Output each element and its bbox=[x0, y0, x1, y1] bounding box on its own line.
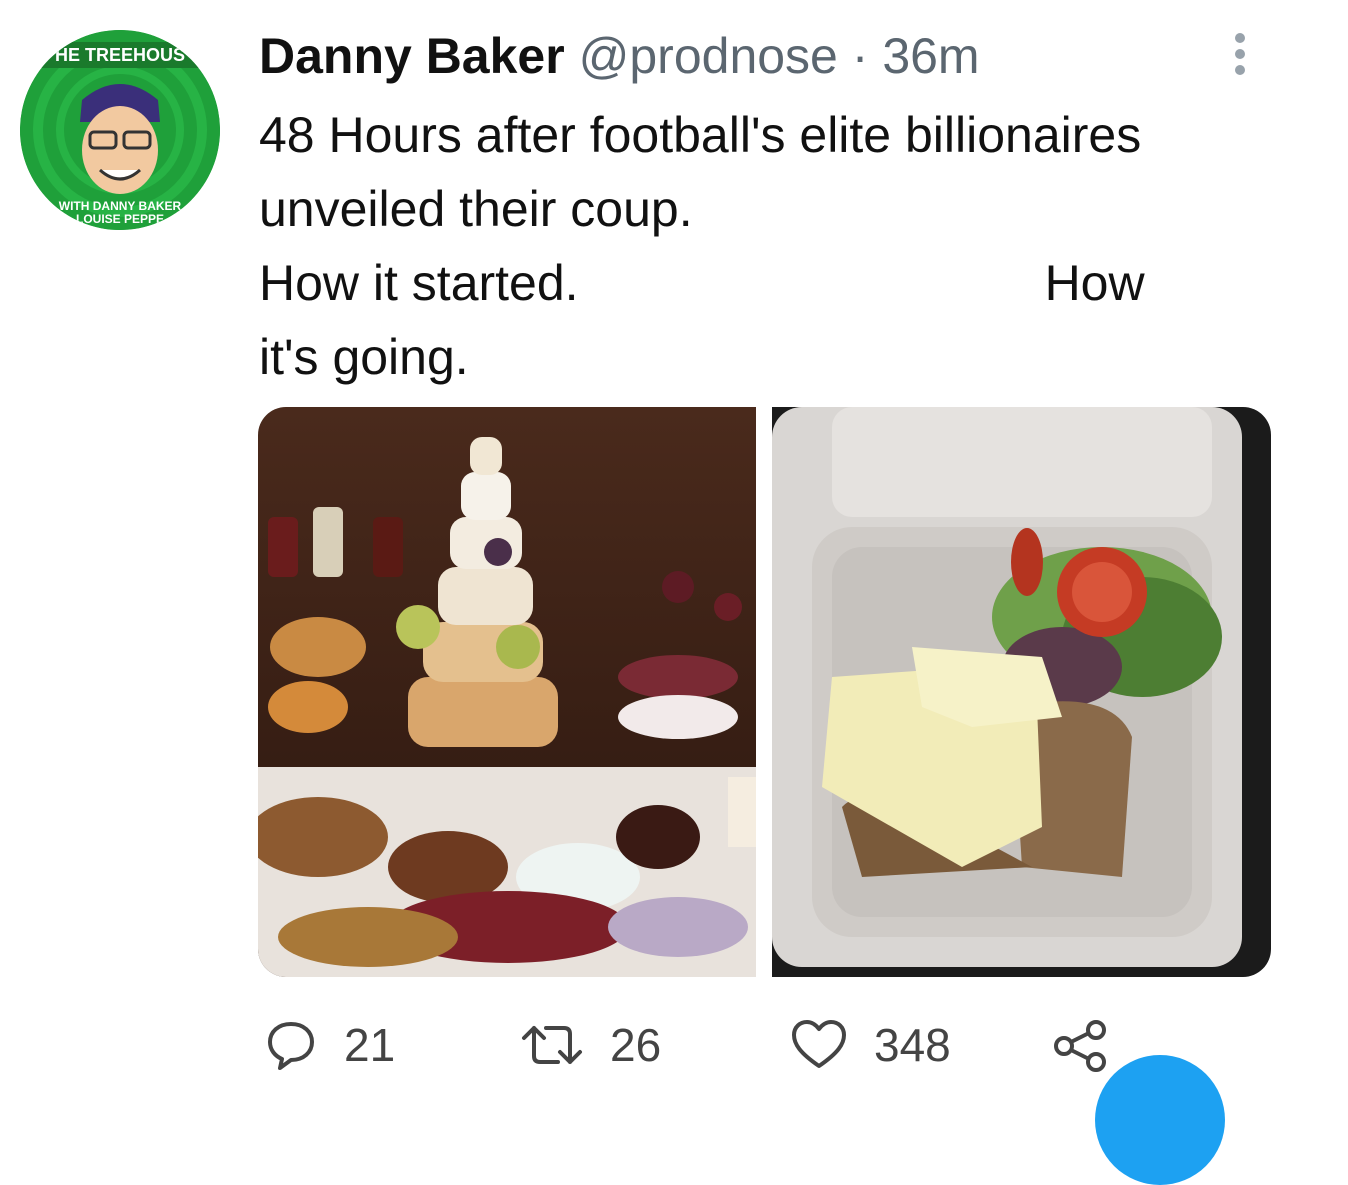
avatar-illustration: HE TREEHOUS WITH DANNY BAKER LOUISE PEPP… bbox=[20, 30, 220, 230]
reply-button[interactable]: 21 bbox=[264, 1018, 395, 1072]
author-name[interactable]: Danny Baker bbox=[259, 28, 565, 84]
tweet-header: Danny Baker @prodnose · 36m bbox=[259, 26, 980, 86]
retweet-icon bbox=[522, 1026, 582, 1064]
compose-tweet-button[interactable] bbox=[1095, 1055, 1225, 1185]
media-image-sandwich[interactable] bbox=[772, 407, 1271, 977]
tweet-text-line: unveiled their coup. bbox=[259, 181, 693, 237]
avatar-top-text: HE TREEHOUS bbox=[55, 45, 185, 65]
share-button[interactable] bbox=[1050, 1018, 1110, 1072]
tweet-media bbox=[258, 407, 1271, 977]
like-count: 348 bbox=[874, 1019, 951, 1071]
retweet-count: 26 bbox=[610, 1019, 662, 1071]
like-icon bbox=[792, 1020, 846, 1068]
author-avatar[interactable]: HE TREEHOUS WITH DANNY BAKER LOUISE PEPP… bbox=[20, 30, 220, 230]
like-button[interactable]: 348 bbox=[790, 1018, 951, 1072]
tweet-text: 48 Hours after football's elite billiona… bbox=[259, 98, 1269, 394]
reply-count: 21 bbox=[344, 1019, 396, 1071]
meta-separator: · bbox=[837, 28, 883, 84]
share-icon bbox=[1054, 1020, 1106, 1072]
retweet-button[interactable]: 26 bbox=[520, 1018, 661, 1072]
tweet-text-line: How it started. How bbox=[259, 246, 1269, 320]
media-image-feast[interactable] bbox=[258, 407, 756, 977]
more-options-button[interactable] bbox=[1226, 30, 1254, 80]
tweet-text-fragment: How bbox=[1044, 255, 1145, 311]
more-vertical-icon bbox=[1235, 33, 1245, 75]
avatar-bottom-text-1: WITH DANNY BAKER bbox=[59, 199, 182, 213]
reply-icon bbox=[268, 1022, 314, 1070]
tweet-text-line: it's going. bbox=[259, 329, 469, 385]
tweet-text-fragment: How it started. bbox=[259, 255, 579, 311]
author-handle[interactable]: @prodnose bbox=[579, 28, 838, 84]
avatar-bottom-text-2: LOUISE PEPPE bbox=[76, 212, 164, 226]
tweet-time[interactable]: 36m bbox=[882, 28, 979, 84]
tweet-text-line: 48 Hours after football's elite billiona… bbox=[259, 107, 1142, 163]
